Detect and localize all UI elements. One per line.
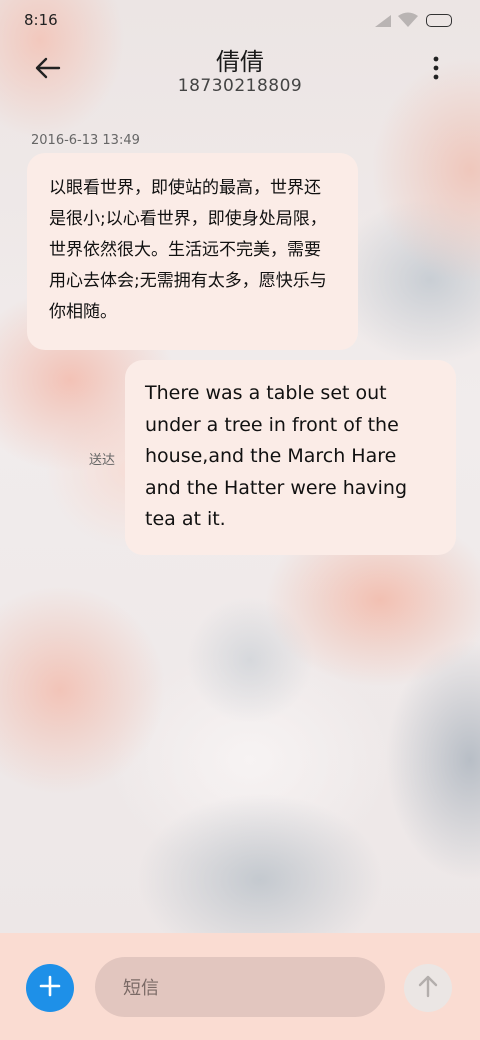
message-timestamp: 2016-6-13 13:49 <box>31 133 140 148</box>
message-input[interactable]: 短信 <box>95 957 385 1017</box>
sent-message-bubble[interactable]: There was a table set out under a tree i… <box>125 360 456 555</box>
contact-phone-number: 18730218809 <box>177 76 303 96</box>
arrow-up-icon <box>417 974 439 1002</box>
status-bar: 8:16 <box>0 0 480 40</box>
received-message-text: 以眼看世界，即使站的最高，世界还是很小;以心看世界，即使身处局限，世界依然很大。… <box>49 178 327 322</box>
battery-icon <box>426 14 452 27</box>
message-composer: 短信 <box>0 933 480 1040</box>
contact-name: 倩倩 <box>216 48 264 76</box>
sent-message-text: There was a table set out under a tree i… <box>145 382 408 530</box>
wifi-icon <box>398 12 418 28</box>
add-attachment-button[interactable] <box>26 964 74 1012</box>
signal-icon <box>374 13 392 27</box>
conversation-header: 倩倩 18730218809 <box>0 40 480 110</box>
more-vertical-icon <box>433 56 439 84</box>
delivery-status: 送达 <box>89 453 116 468</box>
received-message-bubble[interactable]: 以眼看世界，即使站的最高，世界还是很小;以心看世界，即使身处局限，世界依然很大。… <box>27 153 358 350</box>
more-options-button[interactable] <box>420 52 452 88</box>
message-input-placeholder: 短信 <box>123 978 159 999</box>
send-button[interactable] <box>404 964 452 1012</box>
plus-icon <box>39 975 61 1001</box>
status-time: 8:16 <box>24 11 58 29</box>
